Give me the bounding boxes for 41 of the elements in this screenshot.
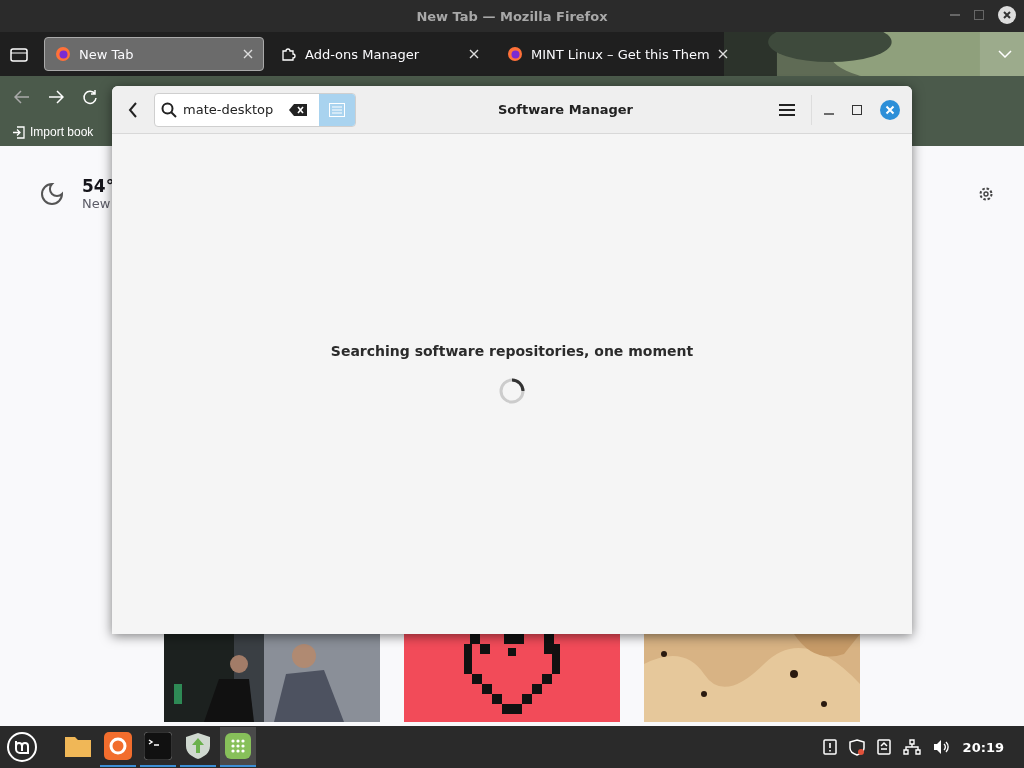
firefox-icon <box>104 732 132 760</box>
clipboard-icon[interactable] <box>822 739 837 755</box>
menu-icon <box>779 102 795 117</box>
folder-icon <box>64 734 92 758</box>
import-bookmarks-link[interactable]: Import book <box>12 125 94 139</box>
close-icon[interactable] <box>998 6 1016 24</box>
settings-icon[interactable] <box>978 185 994 202</box>
window-title: New Tab — Mozilla Firefox <box>416 8 608 24</box>
chevron-left-icon <box>128 101 138 118</box>
forward-arrow-icon[interactable] <box>48 90 64 104</box>
clear-icon[interactable] <box>289 103 307 116</box>
puzzle-icon <box>281 46 297 62</box>
temperature: 54° <box>82 176 115 196</box>
volume-icon[interactable] <box>932 739 951 755</box>
list-icon <box>329 102 345 117</box>
firefox-icon <box>507 46 523 62</box>
weather-location: New <box>82 196 112 211</box>
close-icon[interactable] <box>469 49 479 59</box>
menu-logo-icon[interactable] <box>6 731 38 763</box>
browser-tab[interactable]: Add-ons Manager <box>270 37 490 71</box>
browser-tab[interactable]: New Tab <box>44 37 264 71</box>
shield-icon <box>185 732 211 760</box>
back-arrow-icon[interactable] <box>14 90 30 104</box>
taskbar-app[interactable] <box>220 727 256 767</box>
maximize-icon[interactable] <box>852 104 862 115</box>
terminal-icon <box>144 732 172 760</box>
loading-spinner <box>498 377 526 405</box>
clock[interactable]: 20:19 <box>962 739 1004 755</box>
search-icon <box>161 101 177 118</box>
firefox-icon <box>55 46 71 62</box>
close-icon[interactable] <box>717 49 728 59</box>
grid-icon <box>225 733 251 759</box>
moon-icon <box>40 181 64 206</box>
import-icon <box>12 125 25 139</box>
reload-icon[interactable] <box>82 89 98 105</box>
update-icon[interactable] <box>876 739 891 755</box>
shield-icon[interactable] <box>848 738 865 756</box>
tab-list-icon[interactable] <box>10 46 28 62</box>
status-message: Searching software repositories, one moment <box>330 343 694 359</box>
window-title: Software Manager <box>497 102 634 117</box>
network-icon[interactable] <box>902 739 921 755</box>
